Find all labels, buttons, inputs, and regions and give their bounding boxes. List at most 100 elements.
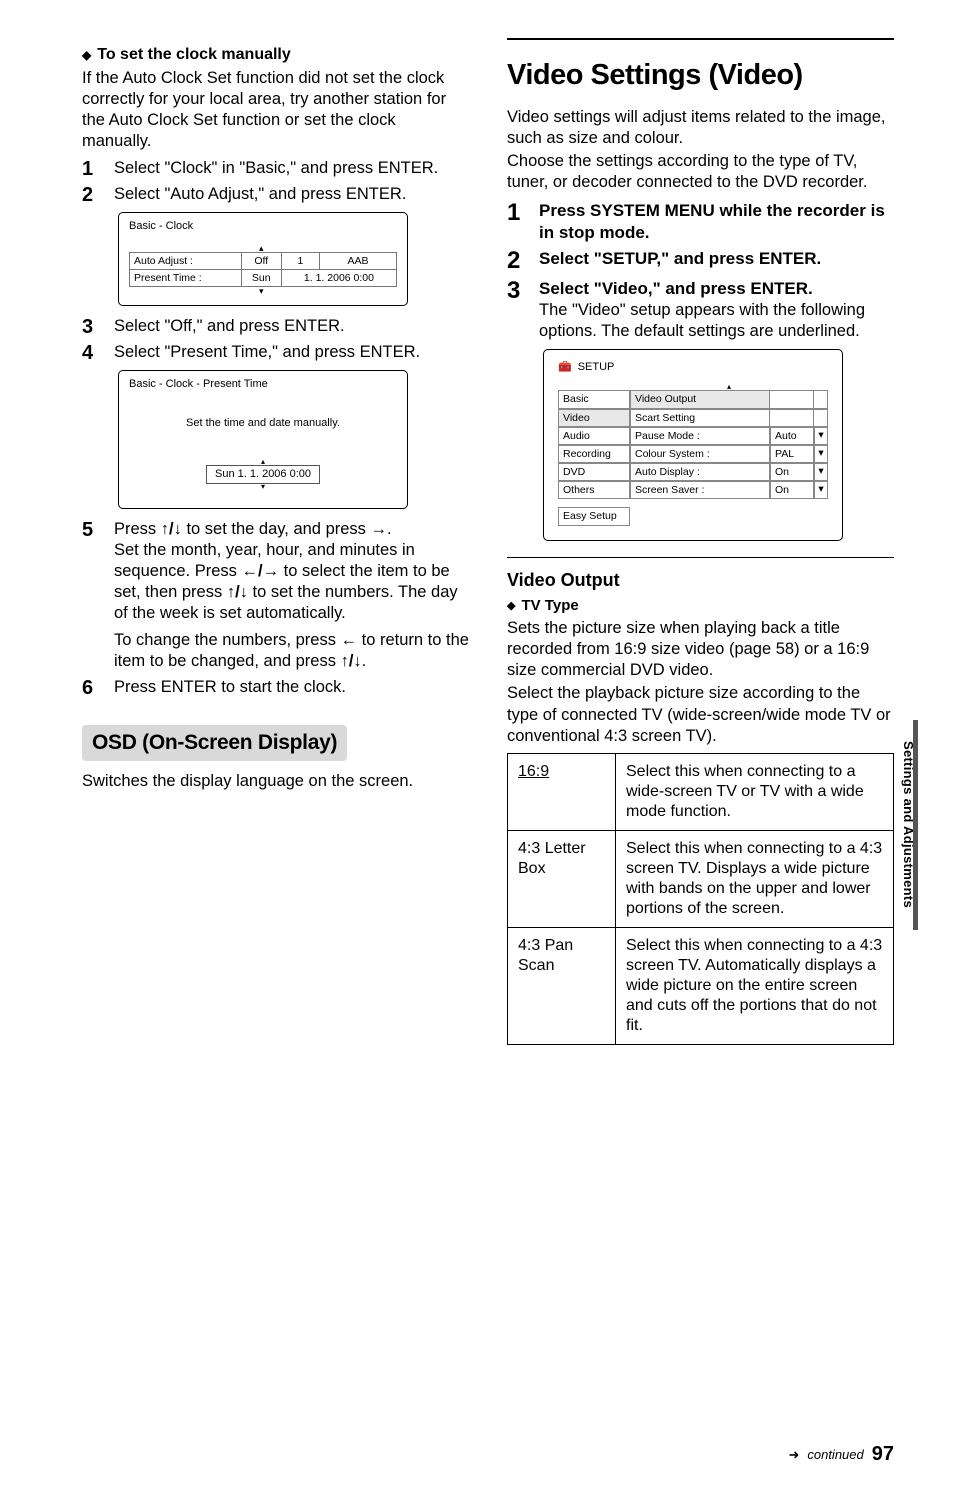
page-footer: ➜ continued 97 [788, 1441, 894, 1468]
step-text: Select "Video," and press ENTER. The "Vi… [539, 278, 894, 342]
row-value: Sun [241, 270, 281, 287]
setup-item: Screen Saver : [630, 481, 770, 499]
ui-screenshot-present-time: Basic - Clock - Present Time Set the tim… [118, 370, 408, 509]
shot-table: ▴ Auto Adjust : Off 1 AAB Present Time :… [129, 244, 397, 295]
setup-category: Video [558, 409, 630, 427]
setup-item: Scart Setting [630, 409, 770, 427]
tv-type-subhead: ◆ TV Type [507, 596, 894, 616]
intro-para-1: Video settings will adjust items related… [507, 107, 894, 149]
step-text: Select "Auto Adjust," and press ENTER. [114, 184, 469, 206]
subhead-text: To set the clock manually [97, 44, 291, 66]
setup-category: Audio [558, 427, 630, 445]
setup-category: Recording [558, 445, 630, 463]
osd-text: Switches the display language on the scr… [82, 771, 469, 792]
toolbox-icon: 🧰 [558, 360, 572, 375]
step-number: 5 [82, 519, 100, 673]
step-text: Select "Clock" in "Basic," and press ENT… [114, 158, 469, 180]
step-3: 3 Select "Off," and press ENTER. [82, 316, 469, 338]
dropdown-arrow-icon: ▾ [814, 445, 828, 463]
continued-arrow-icon: ➜ [788, 1446, 799, 1464]
ui-screenshot-setup: 🧰 SETUP ▴BasicVideo OutputVideoScart Set… [543, 349, 843, 541]
video-settings-heading: Video Settings (Video) [507, 56, 894, 95]
step-number: 4 [82, 342, 100, 364]
osd-heading: OSD (On-Screen Display) [82, 725, 347, 761]
tv-text-1: Sets the picture size when playing back … [507, 618, 894, 681]
row-value: 1 [281, 252, 319, 269]
right-arrow-icon: → [371, 520, 388, 538]
step-text: Press ↑/↓ to set the day, and press →. S… [114, 519, 469, 673]
setup-category: Others [558, 481, 630, 499]
thin-rule [507, 557, 894, 558]
setup-value [770, 390, 814, 408]
step-5: 5 Press ↑/↓ to set the day, and press →.… [82, 519, 469, 673]
tv-text-2: Select the playback picture size accordi… [507, 683, 894, 746]
left-right-arrow-icon: ←/→ [242, 562, 280, 580]
option-key: 16:9 [508, 753, 616, 830]
row-value: Off [241, 252, 281, 269]
setup-value: On [770, 463, 814, 481]
step-number: 2 [507, 248, 525, 274]
left-arrow-icon: ← [341, 631, 358, 649]
side-tab-bar [913, 720, 918, 930]
step-2: 2 Select "Auto Adjust," and press ENTER. [82, 184, 469, 206]
time-box: Sun 1. 1. 2006 0:00 [206, 465, 320, 484]
step-4: 4 Select "Present Time," and press ENTER… [82, 342, 469, 364]
row-label: Auto Adjust : [130, 252, 242, 269]
setup-item: Pause Mode : [630, 427, 770, 445]
setup-label: SETUP [578, 360, 615, 375]
step-number: 6 [82, 677, 100, 699]
step-number: 1 [507, 200, 525, 244]
subhead-set-clock: ◆ To set the clock manually [82, 44, 469, 66]
step-6: 6 Press ENTER to start the clock. [82, 677, 469, 699]
option-description: Select this when connecting to a wide-sc… [616, 753, 894, 830]
up-down-arrow-icon: ↑/↓ [161, 520, 182, 538]
setup-item: Video Output [630, 390, 770, 408]
diamond-icon: ◆ [82, 47, 91, 63]
diamond-icon: ◆ [507, 599, 515, 614]
shot-message: Set the time and date manually. [129, 416, 397, 431]
setup-category: DVD [558, 463, 630, 481]
side-tab: Settings and Adjustments [898, 720, 918, 930]
setup-item: Auto Display : [630, 463, 770, 481]
setup-header: 🧰 SETUP [558, 360, 828, 375]
option-key: 4:3 PanScan [508, 927, 616, 1044]
shot-title: Basic - Clock [129, 219, 397, 234]
step-text: Select "Present Time," and press ENTER. [114, 342, 469, 364]
r-step-3: 3 Select "Video," and press ENTER. The "… [507, 278, 894, 342]
setup-category: Basic [558, 390, 630, 408]
intro-paragraph: If the Auto Clock Set function did not s… [82, 68, 469, 152]
dropdown-arrow-icon: ▾ [814, 481, 828, 499]
intro-para-2: Choose the settings according to the typ… [507, 151, 894, 193]
step-number: 1 [82, 158, 100, 180]
option-description: Select this when connecting to a 4:3 scr… [616, 830, 894, 927]
tv-type-options-table: 16:9Select this when connecting to a wid… [507, 753, 894, 1045]
row-label: Present Time : [130, 270, 242, 287]
dropdown-arrow-icon: ▾ [814, 427, 828, 445]
setup-item: Colour System : [630, 445, 770, 463]
up-down-arrow-icon: ↑/↓ [227, 583, 248, 601]
row-value: 1. 1. 2006 0:00 [281, 270, 396, 287]
setup-grid: ▴BasicVideo OutputVideoScart SettingAudi… [558, 384, 828, 499]
step-text: Select "SETUP," and press ENTER. [539, 248, 894, 274]
r-step-1: 1 Press SYSTEM MENU while the recorder i… [507, 200, 894, 244]
option-key: 4:3 LetterBox [508, 830, 616, 927]
setup-value: PAL [770, 445, 814, 463]
dropdown-arrow-icon: ▾ [814, 463, 828, 481]
step-number: 2 [82, 184, 100, 206]
section-rule [507, 38, 894, 40]
r-step-2: 2 Select "SETUP," and press ENTER. [507, 248, 894, 274]
easy-setup-row: Easy Setup [558, 507, 630, 525]
step-text: Select "Off," and press ENTER. [114, 316, 469, 338]
continued-label: continued [807, 1446, 863, 1464]
setup-value: Auto [770, 427, 814, 445]
ui-screenshot-clock: Basic - Clock ▴ Auto Adjust : Off 1 AAB … [118, 212, 408, 306]
up-down-arrow-icon: ↑/↓ [341, 652, 362, 670]
dropdown-arrow-icon [814, 409, 828, 427]
setup-value [770, 409, 814, 427]
setup-value: On [770, 481, 814, 499]
step-1: 1 Select "Clock" in "Basic," and press E… [82, 158, 469, 180]
dropdown-arrow-icon [814, 390, 828, 408]
step-text: Press ENTER to start the clock. [114, 677, 469, 699]
shot-title: Basic - Clock - Present Time [129, 377, 397, 392]
step-number: 3 [82, 316, 100, 338]
